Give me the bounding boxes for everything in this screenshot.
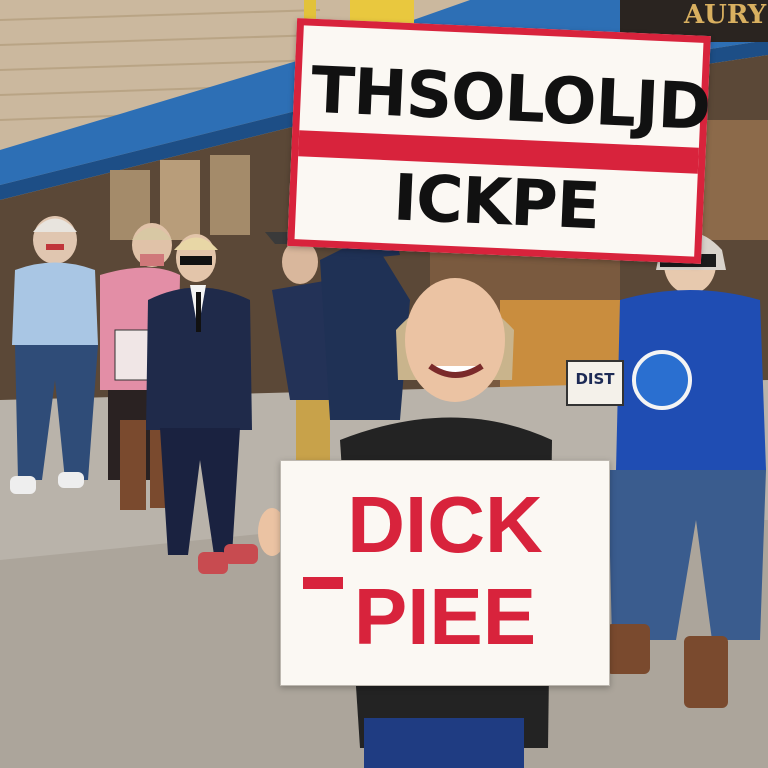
protest-sign-bottom: DICK PIEE: [280, 460, 610, 686]
bottom-sign-line2: PIEE: [353, 572, 537, 661]
photo-scene: AURY THSOLOLJD ICKPE DICK PIEE DIST: [0, 0, 768, 768]
top-sign-line1: THSOLOLJD: [309, 53, 712, 146]
window-mid: [160, 160, 200, 240]
protest-sign-top: THSOLOLJD ICKPE: [287, 18, 712, 264]
box-label-sign: DIST: [566, 360, 624, 406]
bottom-sign-line1: DICK: [347, 480, 543, 569]
top-sign-line2: ICKPE: [391, 161, 601, 245]
store-sign-text: AURY: [684, 0, 767, 30]
window-right: [210, 155, 250, 235]
